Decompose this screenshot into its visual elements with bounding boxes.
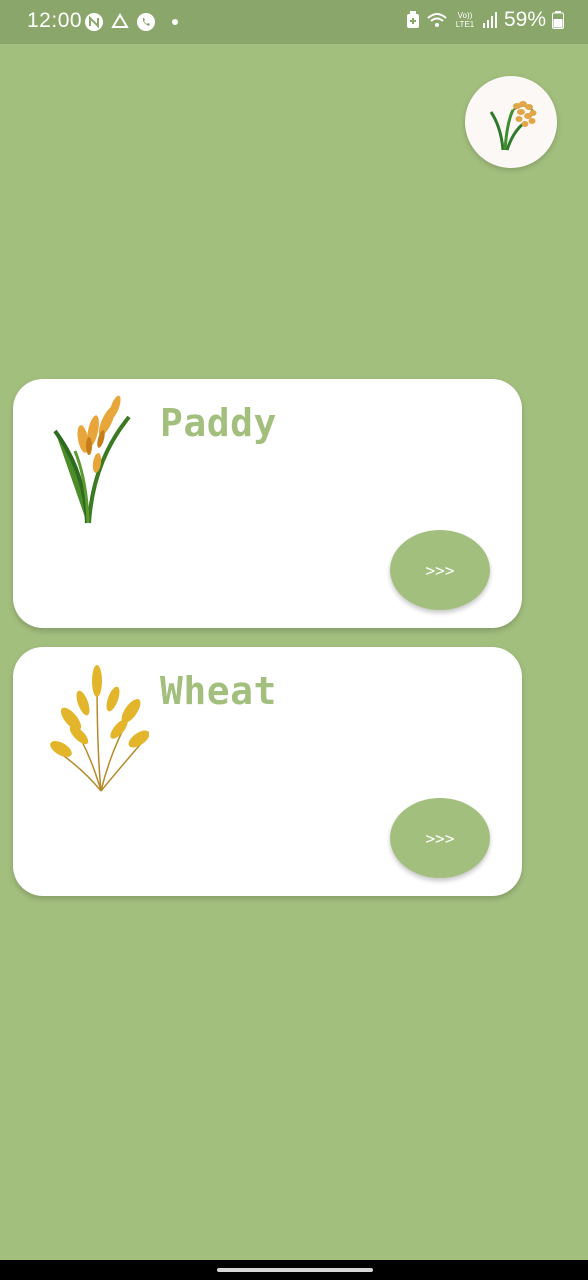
crop-card-paddy[interactable]: Paddy >>>: [13, 379, 522, 628]
rice-plant-icon: [489, 101, 537, 151]
network-label: Vo)) LTE1: [455, 11, 475, 29]
profile-avatar-button[interactable]: [465, 76, 557, 168]
crop-title: Paddy: [160, 401, 277, 445]
status-time: 12:00: [27, 9, 83, 32]
wheat-plant-image: [50, 665, 149, 792]
status-bar: 12:00 Vo)) LTE1 59%: [0, 0, 588, 44]
home-gesture-handle[interactable]: [217, 1268, 373, 1272]
notification-dot: [172, 19, 178, 25]
signal-icon: [482, 12, 497, 28]
battery-percent: 59%: [503, 8, 546, 31]
paddy-plant-image: [53, 395, 131, 524]
system-nav-bar: [0, 1260, 588, 1280]
crop-title: Wheat: [160, 669, 277, 713]
crop-card-wheat[interactable]: Wheat >>>: [13, 647, 522, 896]
open-paddy-button[interactable]: >>>: [390, 530, 490, 610]
status-left-icons: [84, 12, 178, 32]
wifi-icon: [427, 13, 447, 27]
n-app-icon: [85, 13, 103, 31]
open-wheat-button[interactable]: >>>: [390, 798, 490, 878]
phone-icon: [137, 13, 155, 31]
battery-icon: [552, 11, 564, 29]
battery-saver-icon: [406, 11, 419, 28]
status-right-icons: Vo)) LTE1 59%: [406, 8, 564, 32]
drive-icon: [111, 13, 129, 28]
